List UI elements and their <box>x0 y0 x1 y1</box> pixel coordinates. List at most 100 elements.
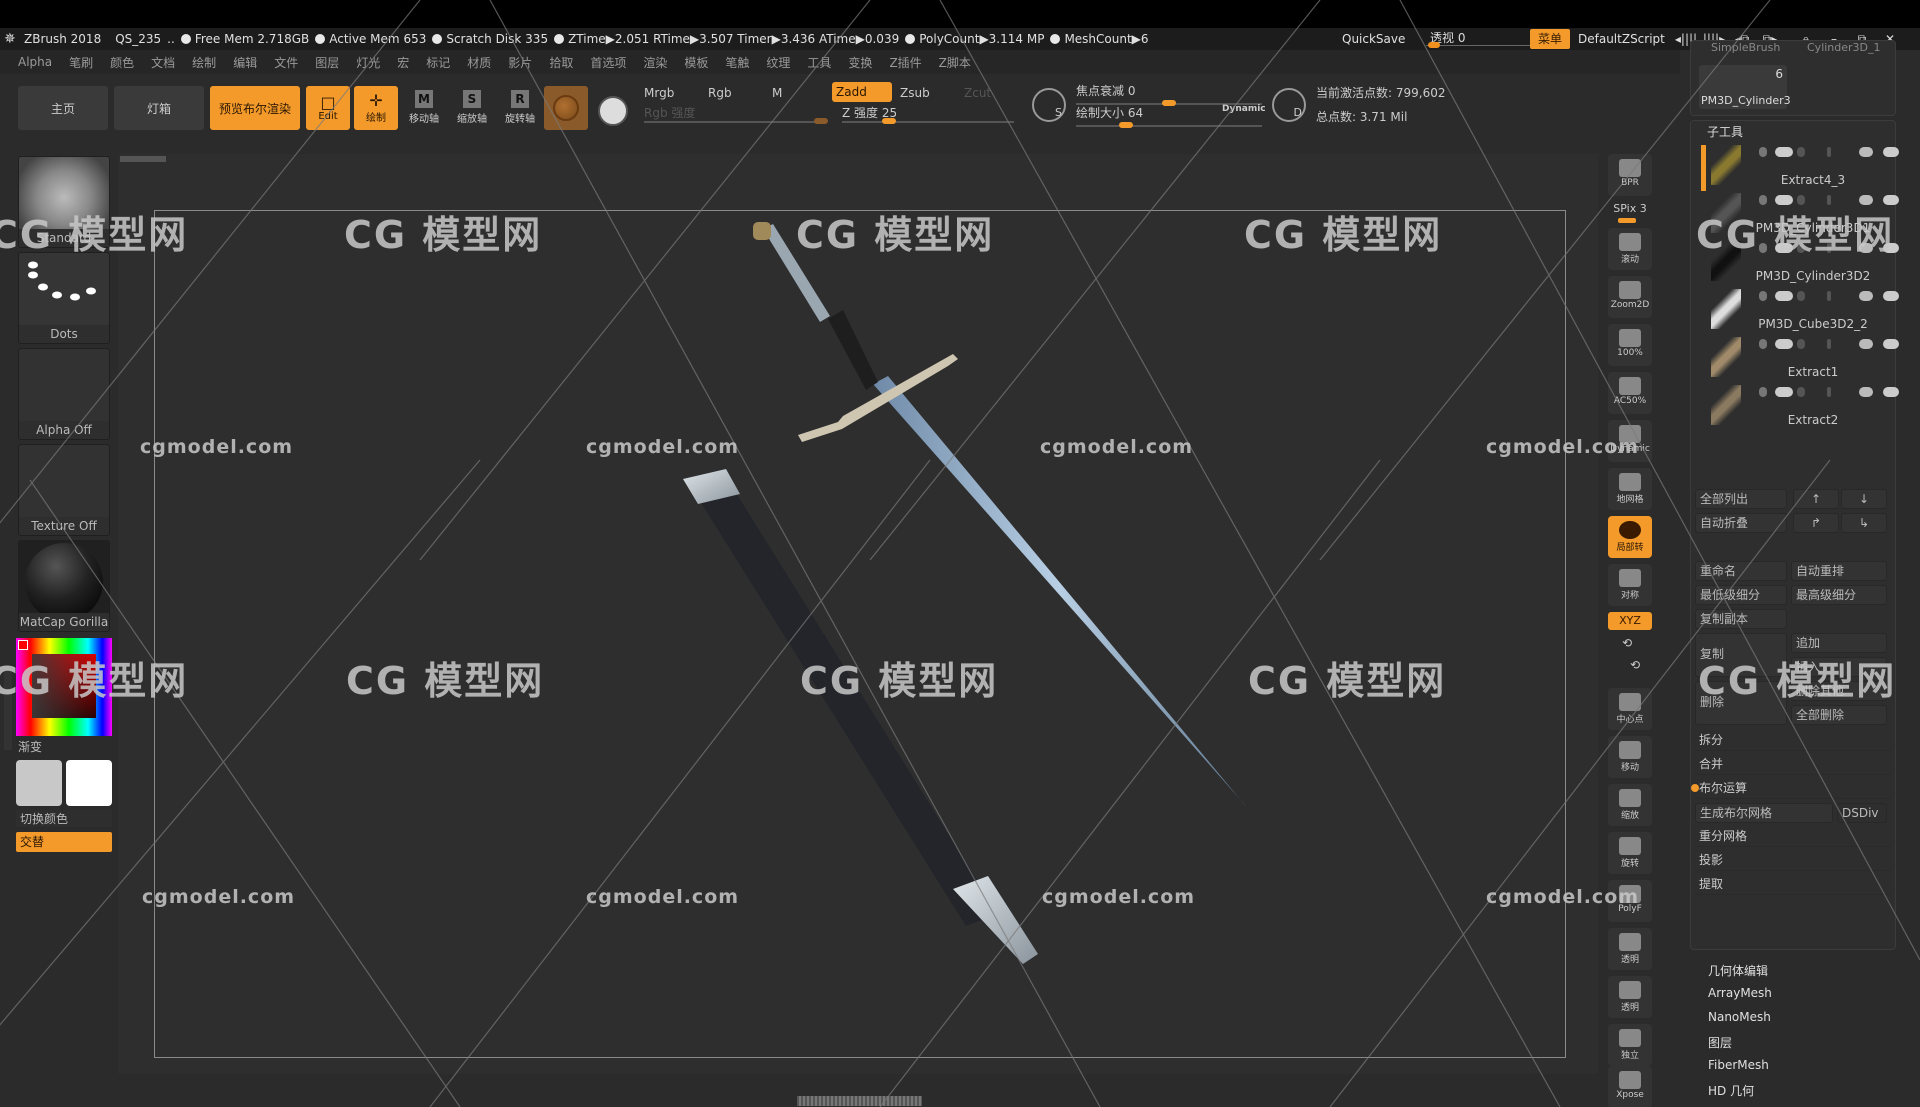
subtool-moon-icon[interactable] <box>1797 387 1805 397</box>
transparency-button[interactable]: 透明 <box>1608 928 1652 970</box>
main-color-swatch[interactable] <box>16 760 62 806</box>
menu-item[interactable]: 渲染 <box>643 54 667 71</box>
subtool-moon-icon[interactable] <box>1797 243 1805 253</box>
material-selector[interactable]: MatCap Gorilla <box>18 540 110 632</box>
dsdiv-slider[interactable]: DSDiv <box>1837 803 1887 823</box>
subtool-brush-icon[interactable] <box>1859 387 1873 397</box>
subtool-blend-icon[interactable] <box>1759 387 1767 397</box>
menu-item[interactable]: 编辑 <box>233 54 257 71</box>
home-button[interactable]: 主页 <box>18 86 108 130</box>
subtool-moon-icon[interactable] <box>1797 195 1805 205</box>
frame-button[interactable]: 中心点 <box>1608 688 1652 730</box>
subtool-blend-icon[interactable] <box>1759 195 1767 205</box>
delete-all-button[interactable]: 全部删除 <box>1791 705 1887 725</box>
auto-collapse-button[interactable]: 自动折叠 <box>1695 513 1787 533</box>
tool-section-item[interactable]: NanoMesh <box>1708 1010 1771 1024</box>
subtool-blend-icon[interactable] <box>1759 147 1767 157</box>
scroll-button[interactable]: 滚动 <box>1608 228 1652 270</box>
tool-section-item[interactable]: 几何体编辑 <box>1708 962 1768 979</box>
subtool-lock-icon[interactable] <box>1827 147 1831 157</box>
menu-item[interactable]: 变换 <box>848 54 872 71</box>
z-intensity-knob[interactable] <box>882 118 896 124</box>
edit-button[interactable]: □ Edit <box>306 86 350 130</box>
boolean-section[interactable]: 布尔运算 <box>1691 777 1891 799</box>
floor-grid-button[interactable]: 地网格 <box>1608 468 1652 510</box>
secondary-color-swatch[interactable] <box>66 760 112 806</box>
zadd-button[interactable]: Zadd <box>832 82 892 102</box>
draw-button[interactable]: ✛ 绘制 <box>354 86 398 130</box>
subtool-eye-icon[interactable] <box>1883 291 1899 301</box>
rgb-intensity-slider[interactable]: Rgb 强度 <box>644 104 828 124</box>
switch-color-button[interactable]: 切换颜色 <box>16 810 112 827</box>
local-symmetry-button[interactable]: 局部转 <box>1608 516 1652 558</box>
zsub-button[interactable]: Zsub <box>900 86 930 100</box>
subtool-lock-icon[interactable] <box>1827 195 1831 205</box>
spix-knob[interactable] <box>1618 218 1636 223</box>
highest-subdiv-button[interactable]: 最高级细分 <box>1791 585 1887 605</box>
split-section[interactable]: 拆分 <box>1695 729 1891 751</box>
subtool-brush-icon[interactable] <box>1859 339 1873 349</box>
subtool-blend-icon[interactable] <box>1759 291 1767 301</box>
project-section[interactable]: 投影 <box>1695 849 1891 871</box>
append-button[interactable]: 追加 <box>1791 633 1887 653</box>
move-down-button[interactable]: ↓ <box>1841 489 1887 509</box>
rename-button[interactable]: 重命名 <box>1695 561 1787 581</box>
move-up-button[interactable]: ↑ <box>1793 489 1839 509</box>
xyz-button[interactable]: XYZ <box>1608 612 1652 630</box>
subtool-moon-icon[interactable] <box>1797 339 1805 349</box>
subtool-item[interactable]: PM3D_Cylinder3D1 <box>1705 191 1899 237</box>
actual-size-button[interactable]: 100% <box>1608 324 1652 366</box>
subtool-title[interactable]: 子工具 <box>1707 123 1743 140</box>
alpha-selector[interactable]: Alpha Off <box>18 348 110 440</box>
dynamic-toggle[interactable]: Dynamic <box>1222 104 1266 114</box>
subtool-moon-icon[interactable] <box>1797 291 1805 301</box>
rotate-view-button[interactable]: 旋转 <box>1608 832 1652 874</box>
menu-item[interactable]: 文档 <box>151 54 175 71</box>
remesh-section[interactable]: 重分网格 <box>1695 825 1891 847</box>
subtool-item[interactable]: Extract4_3 <box>1705 143 1899 189</box>
subtool-toggle-icon[interactable] <box>1775 243 1793 253</box>
menu-item[interactable]: 标记 <box>426 54 450 71</box>
zoom2d-button[interactable]: Zoom2D <box>1608 276 1652 318</box>
menu-item[interactable]: 拾取 <box>549 54 573 71</box>
subtool-lock-icon[interactable] <box>1827 387 1831 397</box>
make-boolean-mesh-button[interactable]: 生成布尔网格 <box>1695 803 1833 823</box>
mrgb-button[interactable]: Mrgb <box>644 86 674 100</box>
menu-item[interactable]: 模板 <box>684 54 708 71</box>
merge-section[interactable]: 合并 <box>1695 753 1891 775</box>
lazy-mouse-d-icon[interactable]: D <box>1272 88 1306 122</box>
delete-others-button[interactable]: 删除其他 <box>1791 681 1887 701</box>
subtool-lock-icon[interactable] <box>1827 243 1831 253</box>
bottom-tray-handle[interactable] <box>797 1096 922 1106</box>
subtool-brush-icon[interactable] <box>1859 291 1873 301</box>
solo-button[interactable]: 独立 <box>1608 1024 1652 1066</box>
menu-item[interactable]: 绘制 <box>192 54 216 71</box>
menu-item[interactable]: 工具 <box>807 54 831 71</box>
menu-item[interactable]: 文件 <box>274 54 298 71</box>
lazy-mouse-s-icon[interactable]: S <box>1032 88 1066 122</box>
symmetry-button[interactable]: 对称 <box>1608 564 1652 606</box>
rgb-button[interactable]: Rgb <box>708 86 732 100</box>
left-tray-scroll-handle[interactable] <box>4 670 12 750</box>
menu-item[interactable]: 颜色 <box>110 54 134 71</box>
alternate-button[interactable]: 交替 <box>16 832 112 852</box>
duplicate-button[interactable]: 复制 <box>1695 633 1787 677</box>
rotate-y-icon[interactable]: ⟲ <box>1622 636 1632 650</box>
menu-item[interactable]: Alpha <box>18 55 52 69</box>
menu-item[interactable]: 首选项 <box>590 54 626 71</box>
duplicate-copy-button[interactable]: 复制副本 <box>1695 609 1787 629</box>
auto-reorder-button[interactable]: 自动重排 <box>1791 561 1887 581</box>
brush-selector[interactable]: Standard <box>18 156 110 248</box>
subtool-toggle-icon[interactable] <box>1775 195 1793 205</box>
ghost-button[interactable]: 透明 <box>1608 976 1652 1018</box>
subtool-eye-icon[interactable] <box>1883 243 1899 253</box>
subtool-eye-icon[interactable] <box>1883 387 1899 397</box>
subtool-eye-icon[interactable] <box>1883 195 1899 205</box>
tool-section-item[interactable]: ArrayMesh <box>1708 986 1772 1000</box>
perspective-knob[interactable] <box>1428 42 1440 48</box>
m-button[interactable]: M <box>772 86 782 100</box>
subtool-moon-icon[interactable] <box>1797 147 1805 157</box>
menu-item[interactable]: 纹理 <box>766 54 790 71</box>
menu-item[interactable]: 影片 <box>508 54 532 71</box>
arrow-right-down-icon[interactable]: ↳ <box>1841 513 1887 533</box>
